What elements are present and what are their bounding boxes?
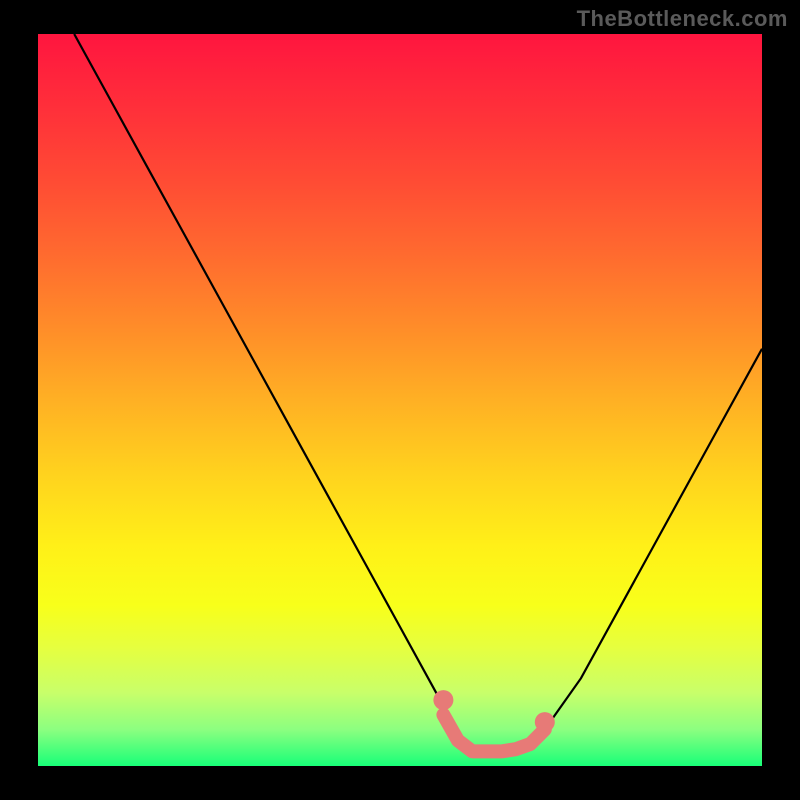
optimal-end-blob [433, 690, 453, 710]
optimal-end-blob [535, 712, 555, 732]
watermark-text: TheBottleneck.com [577, 6, 788, 32]
chart-frame: TheBottleneck.com [0, 0, 800, 800]
bottleneck-chart [38, 34, 762, 766]
gradient-backdrop [38, 34, 762, 766]
plot-area [38, 34, 762, 766]
